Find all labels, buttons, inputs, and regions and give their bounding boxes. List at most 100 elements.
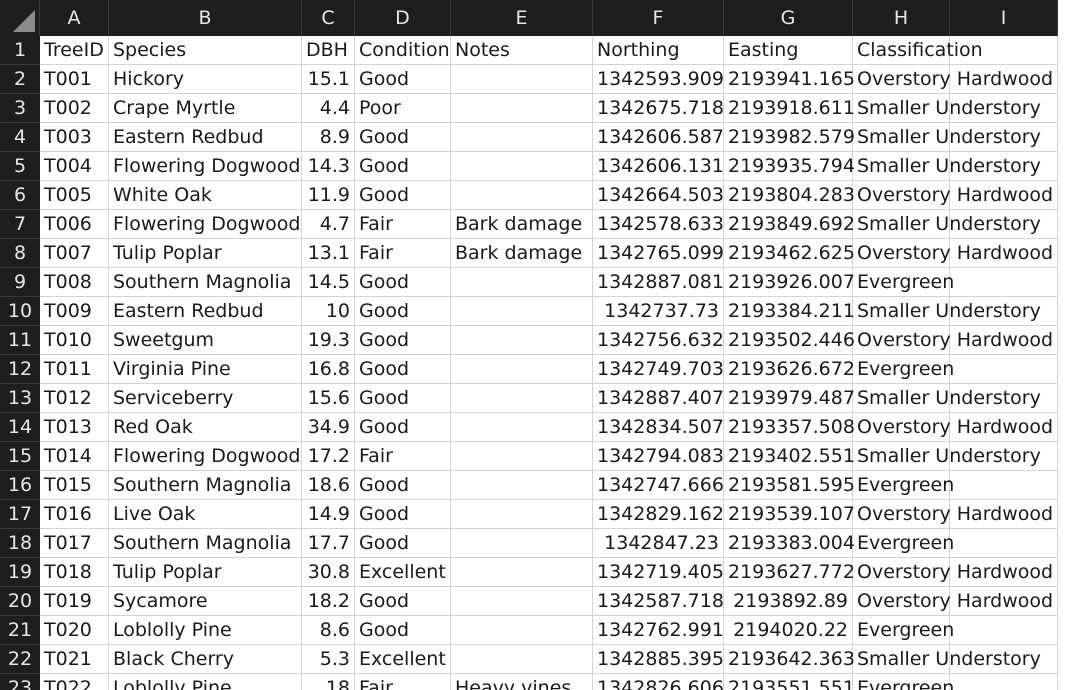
cell-d8[interactable]: Fair [355,239,451,268]
cell-b11[interactable]: Sweetgum [109,326,302,355]
cell-f13[interactable]: 1342887.407 [593,384,724,413]
cell-g7[interactable]: 2193849.692 [724,210,855,239]
cell-c20[interactable]: 18.2 [302,587,355,616]
cell-d21[interactable]: Good [355,616,451,645]
cell-a21[interactable]: T020 [40,616,109,645]
cell-b4[interactable]: Eastern Redbud [109,123,302,152]
cell-d6[interactable]: Good [355,181,451,210]
cell-g5[interactable]: 2193935.794 [724,152,855,181]
cell-h1[interactable]: Classification [853,36,983,65]
cell-b9[interactable]: Southern Magnolia [109,268,302,297]
cell-d15[interactable]: Fair [355,442,451,471]
cell-e6[interactable] [451,181,593,210]
cell-h3[interactable]: Smaller Understory [853,94,1041,123]
cell-c8[interactable]: 13.1 [302,239,355,268]
cell-h15[interactable]: Smaller Understory [853,442,1041,471]
cell-i8[interactable] [950,239,1058,268]
cell-i4[interactable] [950,123,1058,152]
cell-i16[interactable] [950,471,1058,500]
row-header[interactable]: 19 [0,558,40,587]
cell-g22[interactable]: 2193642.363 [724,645,855,674]
cell-b5[interactable]: Flowering Dogwood [109,152,302,181]
cell-a12[interactable]: T011 [40,355,109,384]
cell-f4[interactable]: 1342606.587 [593,123,724,152]
column-header-b[interactable]: B [109,0,302,36]
cell-g20[interactable]: 2193892.89 [724,587,853,616]
cell-i15[interactable] [950,442,1058,471]
cell-e2[interactable] [451,65,593,94]
column-header-d[interactable]: D [355,0,451,36]
cell-b17[interactable]: Live Oak [109,500,302,529]
cell-i22[interactable] [950,645,1058,674]
cell-f15[interactable]: 1342794.083 [593,442,724,471]
cell-c10[interactable]: 10 [302,297,355,326]
cell-f2[interactable]: 1342593.909 [593,65,724,94]
cell-c6[interactable]: 11.9 [302,181,355,210]
cell-g9[interactable]: 2193926.007 [724,268,855,297]
column-header-c[interactable]: C [302,0,355,36]
cell-b16[interactable]: Southern Magnolia [109,471,302,500]
cell-c2[interactable]: 15.1 [302,65,355,94]
column-header-a[interactable]: A [40,0,109,36]
column-header-e[interactable]: E [451,0,593,36]
cell-h17[interactable]: Overstory Hardwood [853,500,1053,529]
row-header[interactable]: 4 [0,123,40,152]
cell-c23[interactable]: 18 [302,674,355,690]
cell-d22[interactable]: Excellent [355,645,451,674]
cell-d3[interactable]: Poor [355,94,451,123]
cell-g12[interactable]: 2193626.672 [724,355,855,384]
cell-e7[interactable]: Bark damage [451,210,593,239]
cell-g8[interactable]: 2193462.625 [724,239,855,268]
cell-e9[interactable] [451,268,593,297]
cell-i11[interactable] [950,326,1058,355]
cell-d2[interactable]: Good [355,65,451,94]
cell-b7[interactable]: Flowering Dogwood [109,210,302,239]
cell-i14[interactable] [950,413,1058,442]
cell-c12[interactable]: 16.8 [302,355,355,384]
cell-b18[interactable]: Southern Magnolia [109,529,302,558]
cell-g19[interactable]: 2193627.772 [724,558,855,587]
cell-h5[interactable]: Smaller Understory [853,152,1041,181]
cell-a7[interactable]: T006 [40,210,109,239]
cell-b8[interactable]: Tulip Poplar [109,239,302,268]
cell-i5[interactable] [950,152,1058,181]
cell-c21[interactable]: 8.6 [302,616,355,645]
cell-e4[interactable] [451,123,593,152]
cell-g11[interactable]: 2193502.446 [724,326,855,355]
cell-a11[interactable]: T010 [40,326,109,355]
cell-e23[interactable]: Heavy vines [451,674,593,690]
cell-e12[interactable] [451,355,593,384]
row-header[interactable]: 1 [0,36,40,65]
cell-e19[interactable] [451,558,593,587]
select-all-corner[interactable] [0,0,40,36]
cell-b21[interactable]: Loblolly Pine [109,616,302,645]
cell-c16[interactable]: 18.6 [302,471,355,500]
cell-f11[interactable]: 1342756.632 [593,326,724,355]
cell-d14[interactable]: Good [355,413,451,442]
row-header[interactable]: 9 [0,268,40,297]
cell-e1[interactable]: Notes [451,36,593,65]
cell-f22[interactable]: 1342885.395 [593,645,724,674]
cell-i17[interactable] [950,500,1058,529]
cell-e16[interactable] [451,471,593,500]
cell-a8[interactable]: T007 [40,239,109,268]
cell-c11[interactable]: 19.3 [302,326,355,355]
cell-i1[interactable] [950,36,1058,65]
cell-h22[interactable]: Smaller Understory [853,645,1041,674]
cell-f10[interactable]: 1342737.73 [593,297,724,326]
cell-b22[interactable]: Black Cherry [109,645,302,674]
cell-f19[interactable]: 1342719.405 [593,558,724,587]
cell-f12[interactable]: 1342749.703 [593,355,724,384]
column-header-h[interactable]: H [853,0,950,36]
cell-c7[interactable]: 4.7 [302,210,355,239]
cell-e10[interactable] [451,297,593,326]
cell-e18[interactable] [451,529,593,558]
cell-d9[interactable]: Good [355,268,451,297]
cell-a16[interactable]: T015 [40,471,109,500]
cell-b3[interactable]: Crape Myrtle [109,94,302,123]
cell-h9[interactable]: Evergreen [853,268,954,297]
cell-i12[interactable] [950,355,1058,384]
cell-g15[interactable]: 2193402.551 [724,442,855,471]
cell-d5[interactable]: Good [355,152,451,181]
cell-g10[interactable]: 2193384.211 [724,297,855,326]
